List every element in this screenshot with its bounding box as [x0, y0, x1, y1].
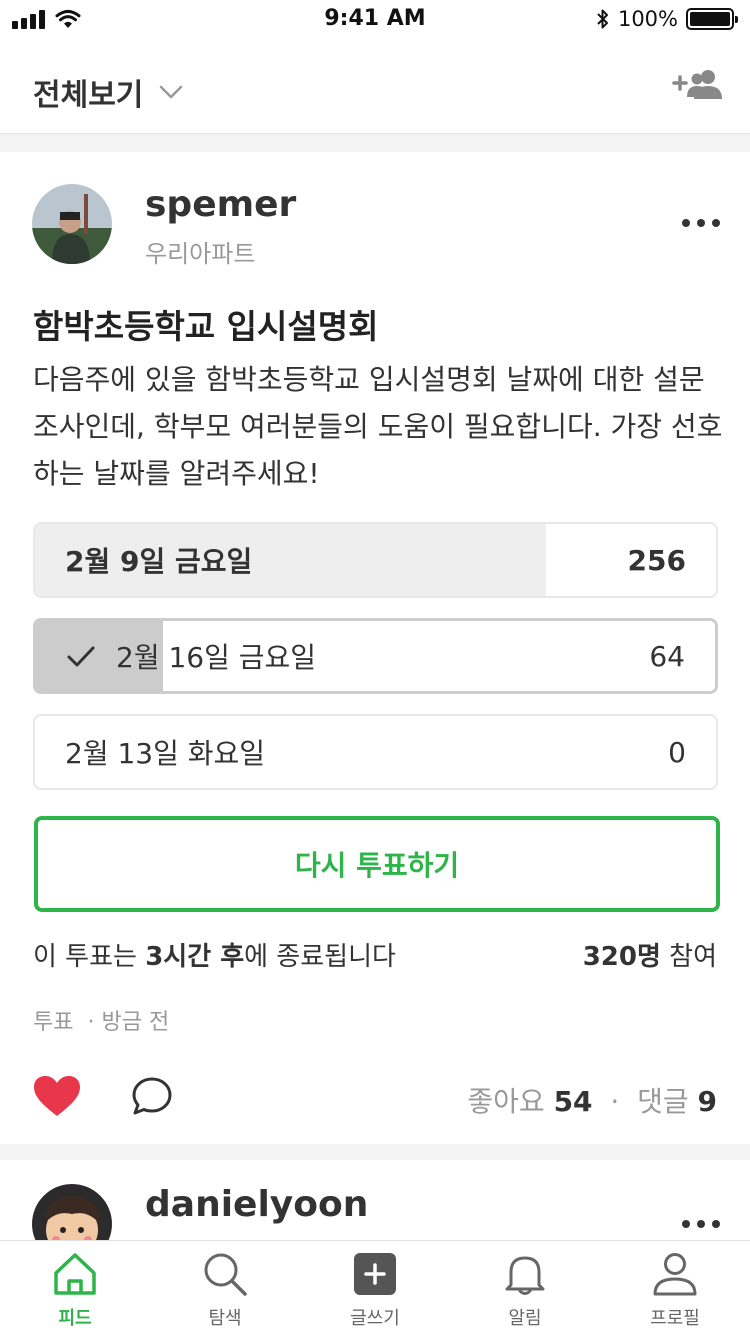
tab-explore[interactable]: 탐색 [150, 1241, 300, 1334]
post-username[interactable]: spemer [145, 184, 296, 225]
view-filter-label: 전체보기 [33, 78, 144, 113]
tab-label: 피드 [58, 1308, 92, 1329]
heart-icon[interactable] [33, 1075, 81, 1117]
poll-option-label: 2월 9일 금요일 [65, 545, 253, 578]
poll-option-count: 0 [668, 735, 686, 769]
post-card: spemer 우리아파트 함박초등학교 입시설명회 다음주에 있을 함박초등학교… [0, 152, 750, 1144]
battery-status: 100% [596, 7, 738, 31]
post-meta: 투표 · 방금 전 [33, 1004, 169, 1036]
more-options-icon[interactable] [682, 1220, 720, 1228]
status-bar: 9:41 AM 100% [0, 0, 750, 40]
tab-label: 프로필 [650, 1308, 700, 1329]
battery-percent: 100% [617, 7, 678, 31]
post-body: 다음주에 있을 함박초등학교 입시설명회 날짜에 대한 설문조사인데, 학부모 … [33, 363, 723, 490]
check-icon [67, 646, 95, 667]
comments-count: 9 [697, 1085, 717, 1118]
participant-count: 320명 [582, 942, 661, 972]
home-icon [54, 1253, 96, 1295]
tab-feed[interactable]: 피드 [0, 1241, 150, 1334]
poll-option-count: 64 [649, 639, 685, 673]
profile-icon [653, 1253, 697, 1296]
bluetooth-icon [597, 9, 608, 29]
comments-label: 댓글 [637, 1085, 689, 1118]
stats-separator: · [610, 1085, 620, 1118]
post-group[interactable]: 우리아파트 [145, 234, 255, 269]
comment-icon[interactable] [131, 1076, 173, 1116]
meta-separator: · [87, 1010, 95, 1035]
poll-option-count: 256 [627, 543, 686, 577]
top-nav: 전체보기 [0, 40, 750, 134]
tab-bar: 피드 탐색 글쓰기 알림 프로필 [0, 1240, 750, 1334]
poll-end-notice: 이 투표는 3시간 후에 종료됩니다 [33, 936, 396, 973]
participant-suffix: 참여 [660, 942, 717, 972]
view-filter-dropdown[interactable]: 전체보기 [33, 70, 183, 114]
bell-icon [505, 1256, 545, 1295]
poll-end-suffix: 에 종료됩니다 [244, 942, 396, 972]
post-type: 투표 [33, 1010, 74, 1035]
likes-count: 54 [553, 1085, 593, 1118]
tab-profile[interactable]: 프로필 [600, 1241, 750, 1334]
poll-option-1[interactable]: 2월 9일 금요일 256 [33, 522, 718, 598]
compose-icon [354, 1253, 396, 1295]
tab-label: 탐색 [208, 1308, 242, 1329]
battery-icon [686, 8, 738, 30]
more-options-icon[interactable] [682, 219, 720, 227]
chevron-down-icon [160, 85, 183, 99]
poll-option-label: 2월 13일 화요일 [65, 737, 266, 770]
tab-notifications[interactable]: 알림 [450, 1241, 600, 1334]
poll-option-label: 2월 16일 금요일 [116, 641, 317, 674]
poll-option-2[interactable]: 2월 16일 금요일 64 [33, 618, 718, 694]
post-title: 함박초등학교 입시설명회 [33, 307, 379, 346]
post-stats: 좋아요 54 · 댓글 9 [467, 1080, 717, 1120]
tab-compose[interactable]: 글쓰기 [300, 1241, 450, 1334]
post-username[interactable]: danielyoon [145, 1184, 368, 1225]
search-icon [204, 1253, 247, 1296]
likes-label: 좋아요 [467, 1085, 545, 1118]
tab-label: 알림 [508, 1308, 542, 1329]
poll-end-prefix: 이 투표는 [33, 942, 146, 972]
poll-participants: 320명 참여 [583, 936, 717, 973]
tab-label: 글쓰기 [350, 1308, 400, 1329]
post-time: 방금 전 [101, 1010, 170, 1035]
poll-option-3[interactable]: 2월 13일 화요일 0 [33, 714, 718, 790]
revote-button[interactable]: 다시 투표하기 [34, 816, 720, 912]
avatar[interactable] [32, 184, 112, 264]
add-friend-icon[interactable] [672, 68, 722, 100]
poll-end-time: 3시간 후 [145, 942, 245, 972]
